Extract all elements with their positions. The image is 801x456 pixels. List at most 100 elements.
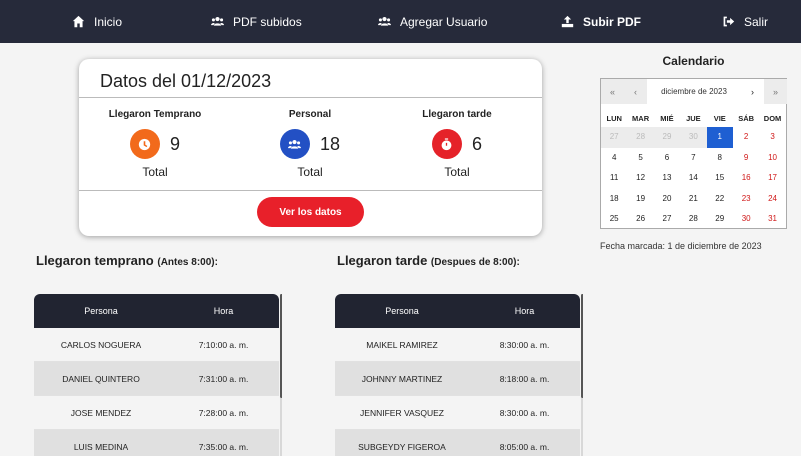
calendar-day[interactable]: 11 xyxy=(601,168,627,189)
nav-inicio[interactable]: Inicio xyxy=(72,0,122,43)
calendar-day[interactable]: 29 xyxy=(707,209,733,230)
weekday-label: LUN xyxy=(606,114,622,123)
calendar-day[interactable]: 20 xyxy=(654,189,680,210)
stat-temprano-circle xyxy=(129,129,160,159)
prev-year-button[interactable]: « xyxy=(601,79,624,104)
stat-temprano: Llegaron Temprano 9 Total xyxy=(85,109,225,179)
nav-subir-pdf[interactable]: Subir PDF xyxy=(561,0,641,43)
table-row: LUIS MEDINA 7:35:00 a. m. xyxy=(34,430,279,456)
column-header-hora: Hora xyxy=(514,306,535,316)
table-row: SUBGEYDY FIGEROA 8:05:00 a. m. xyxy=(335,430,580,456)
stat-tarde-count: 6 xyxy=(471,133,482,154)
calendar-day[interactable]: 21 xyxy=(680,189,706,210)
calendar-day[interactable]: 16 xyxy=(733,168,759,189)
stat-tarde-total: Total xyxy=(444,165,470,179)
summary-title: Datos del 01/12/2023 xyxy=(100,71,272,91)
late-section-title: Llegaron tarde (Despues de 8:00): xyxy=(337,253,520,268)
calendar-day[interactable]: 7 xyxy=(680,148,706,169)
nav-pdf-subidos[interactable]: PDF subidos xyxy=(211,0,302,43)
calendar-day[interactable]: 6 xyxy=(654,148,680,169)
nav-agregar-usuario[interactable]: Agregar Usuario xyxy=(378,0,487,43)
cell-persona: CARLOS NOGUERA xyxy=(60,339,142,350)
calendar: « ‹ diciembre de 2023 › » LUN MAR MIÉ JU… xyxy=(600,78,787,229)
weekday-label: SÁB xyxy=(738,114,755,123)
late-scrollbar-thumb[interactable] xyxy=(581,294,583,398)
stat-temprano-total: Total xyxy=(142,165,168,179)
calendar-day[interactable]: 9 xyxy=(733,148,759,169)
nav-salir-label: Salir xyxy=(744,14,769,29)
next-year-button[interactable]: » xyxy=(764,79,787,104)
calendar-day[interactable]: 8 xyxy=(707,148,733,169)
calendar-day[interactable]: 5 xyxy=(627,148,653,169)
nav-salir[interactable]: Salir xyxy=(722,0,768,43)
calendar-day[interactable]: 28 xyxy=(627,127,654,148)
weekday-label: VIE xyxy=(713,114,726,123)
calendar-day-selected[interactable]: 1 xyxy=(706,127,733,148)
users-icon xyxy=(378,16,391,26)
cell-persona: JENNIFER VASQUEZ xyxy=(360,407,444,418)
next-month-button[interactable]: › xyxy=(741,79,764,104)
weekday-label: MAR xyxy=(632,114,650,123)
calendar-day[interactable]: 24 xyxy=(759,189,785,210)
calendar-day[interactable]: 31 xyxy=(759,209,785,230)
calendar-day[interactable]: 18 xyxy=(601,189,627,210)
home-icon xyxy=(72,15,85,28)
cell-hora: 7:10:00 a. m. xyxy=(198,339,249,350)
calendar-day[interactable]: 19 xyxy=(627,189,653,210)
calendar-week: 4 5 6 7 8 9 10 xyxy=(601,148,786,169)
early-subtitle: (Antes 8:00): xyxy=(157,257,218,268)
stat-personal-count: 18 xyxy=(319,133,341,154)
calendar-day[interactable]: 23 xyxy=(733,189,759,210)
calendar-day[interactable]: 25 xyxy=(601,209,627,230)
calendar-day[interactable]: 17 xyxy=(759,168,785,189)
cell-persona: LUIS MEDINA xyxy=(73,441,129,452)
nav-pdf-subidos-label: PDF subidos xyxy=(233,14,302,29)
calendar-day[interactable]: 26 xyxy=(627,209,653,230)
calendar-day[interactable]: 30 xyxy=(680,127,707,148)
calendar-day[interactable]: 14 xyxy=(680,168,706,189)
table-row: JOHNNY MARTINEZ 8:18:00 a. m. xyxy=(335,362,580,396)
calendar-day[interactable]: 28 xyxy=(680,209,706,230)
stat-tarde-label: Llegaron tarde xyxy=(422,109,492,120)
card-divider-bottom xyxy=(79,190,542,191)
calendar-day[interactable]: 2 xyxy=(733,127,759,148)
calendar-month-label[interactable]: diciembre de 2023 xyxy=(647,79,741,104)
calendar-day[interactable]: 10 xyxy=(759,148,785,169)
calendar-day[interactable]: 3 xyxy=(759,127,785,148)
column-header-persona: Persona xyxy=(84,306,118,316)
weekday-label: JUE xyxy=(686,114,701,123)
prev-month-button[interactable]: ‹ xyxy=(624,79,647,104)
calendar-day[interactable]: 29 xyxy=(653,127,681,148)
cell-persona: DANIEL QUINTERO xyxy=(62,373,140,384)
top-navbar: Inicio PDF subidos Agregar Usuario Subir… xyxy=(0,0,801,43)
summary-card: Datos del 01/12/2023 Llegaron Temprano 9… xyxy=(79,59,542,236)
calendar-day[interactable]: 15 xyxy=(707,168,733,189)
table-row: CARLOS NOGUERA 7:10:00 a. m. xyxy=(34,328,279,362)
calendar-day[interactable]: 27 xyxy=(601,127,628,148)
calendar-day[interactable]: 27 xyxy=(654,209,680,230)
calendar-day[interactable]: 22 xyxy=(707,189,733,210)
calendar-week: 18 19 20 21 22 23 24 xyxy=(601,189,786,210)
cell-persona: JOHNNY MARTINEZ xyxy=(361,373,443,384)
cell-hora: 7:28:00 a. m. xyxy=(198,407,249,418)
table-row: JOSE MENDEZ 7:28:00 a. m. xyxy=(34,396,279,430)
calendar-day[interactable]: 30 xyxy=(733,209,759,230)
calendar-day[interactable]: 13 xyxy=(654,168,680,189)
early-scrollbar-thumb[interactable] xyxy=(280,294,282,398)
cell-hora: 8:30:00 a. m. xyxy=(499,407,550,418)
calendar-day[interactable]: 12 xyxy=(627,168,653,189)
stat-personal-circle xyxy=(279,129,310,159)
early-section-title: Llegaron temprano (Antes 8:00): xyxy=(36,253,218,268)
ver-datos-button[interactable]: Ver los datos xyxy=(257,197,364,227)
table-row: JENNIFER VASQUEZ 8:30:00 a. m. xyxy=(335,396,580,430)
column-header-hora: Hora xyxy=(213,306,234,316)
calendar-selected-note: Fecha marcada: 1 de diciembre de 2023 xyxy=(600,241,762,251)
calendar-title: Calendario xyxy=(662,54,725,68)
calendar-day[interactable]: 4 xyxy=(601,148,627,169)
users-icon xyxy=(211,16,224,26)
calendar-week: 11 12 13 14 15 16 17 xyxy=(601,168,786,189)
card-divider-top xyxy=(79,97,542,98)
early-title: Llegaron temprano xyxy=(36,253,154,268)
table-row: DANIEL QUINTERO 7:31:00 a. m. xyxy=(34,362,279,396)
weekday-label: MIÉ xyxy=(660,114,674,123)
